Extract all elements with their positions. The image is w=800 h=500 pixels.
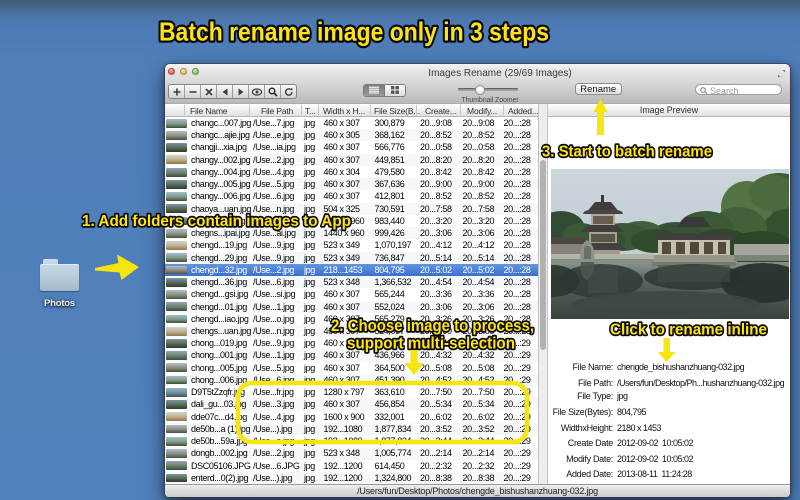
- svg-text:3. Start to batch rename: 3. Start to batch rename: [542, 144, 712, 161]
- svg-text:Batch rename image only in 3 s: Batch rename image only in 3 steps: [159, 17, 549, 47]
- svg-text:Click to rename inline: Click to rename inline: [610, 322, 767, 339]
- svg-text:1. Add folders contain images: 1. Add folders contain images to App: [82, 213, 351, 230]
- svg-text:support multi-selection: support multi-selection: [347, 334, 515, 353]
- svg-text:2. Choose image to process,: 2. Choose image to process,: [331, 316, 534, 335]
